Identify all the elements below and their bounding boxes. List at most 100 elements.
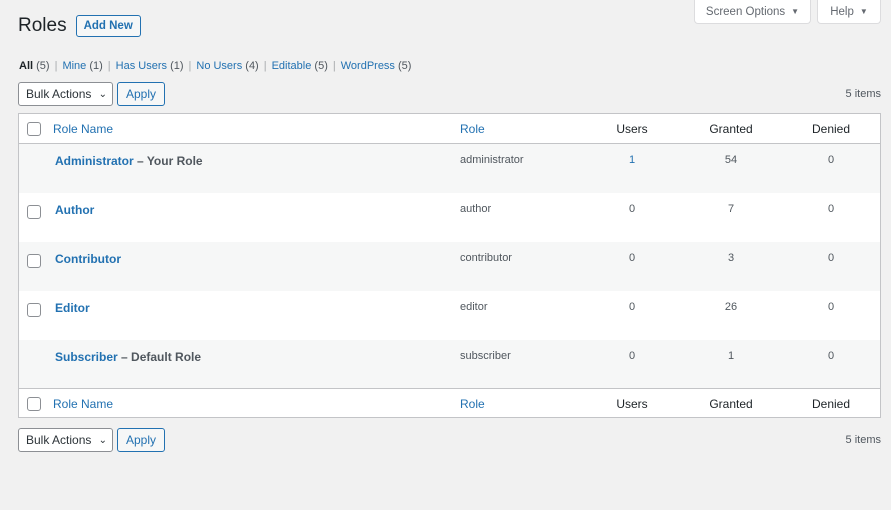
view-separator: | (54, 60, 58, 72)
view-count: (4) (245, 60, 259, 72)
view-item-wordpress[interactable]: WordPress (5) (341, 60, 412, 72)
select-all-cell (27, 389, 43, 418)
role-name-link[interactable]: Editor (55, 301, 90, 315)
screen-meta-links: Screen Options ▼ Help ▼ (694, 0, 881, 24)
role-name-link[interactable]: Contributor (55, 252, 121, 266)
row-checkbox[interactable] (27, 303, 41, 317)
column-denied: Denied (811, 121, 851, 136)
view-count: (5) (36, 60, 50, 72)
screen-options-label: Screen Options (705, 5, 786, 18)
granted-count: 54 (724, 154, 738, 166)
select-all-checkbox[interactable] (27, 121, 41, 136)
role-slug: administrator (460, 154, 524, 166)
granted-count: 3 (727, 252, 735, 264)
column-granted: Granted (709, 121, 753, 136)
table-row: Author author 0 7 0 (19, 193, 880, 242)
role-name-link[interactable]: Subscriber (55, 350, 118, 364)
column-users: Users (616, 396, 648, 411)
view-count: (5) (398, 60, 412, 72)
role-views: All (5) | Mine (1) | Has Users (1) | No … (19, 60, 411, 72)
view-label: Editable (271, 60, 312, 72)
tablenav-bottom: Bulk Actions ⌄ Apply 5 items (18, 428, 881, 452)
table-footer: Role Name Role Users Granted Denied (19, 388, 880, 418)
users-count: 0 (628, 252, 636, 264)
column-denied: Denied (811, 396, 851, 411)
table-row: Contributor contributor 0 3 0 (19, 242, 880, 291)
column-role-name[interactable]: Role Name (53, 397, 113, 411)
column-role[interactable]: Role (460, 122, 485, 136)
role-state: – Default Role (117, 350, 202, 364)
role-slug: editor (460, 301, 488, 313)
users-count-link[interactable]: 1 (629, 154, 635, 166)
view-count: (1) (170, 60, 184, 72)
view-item-all[interactable]: All (5) (19, 60, 50, 72)
role-title: Editor (55, 301, 90, 315)
denied-count: 0 (827, 252, 835, 264)
column-users: Users (616, 121, 648, 136)
page-heading: Roles Add New (18, 15, 141, 37)
items-count: 5 items (845, 434, 881, 446)
role-slug: subscriber (460, 350, 511, 362)
select-all-cell (27, 114, 43, 143)
view-separator: | (332, 60, 336, 72)
bulk-actions-select[interactable]: Bulk Actions ⌄ (18, 428, 113, 452)
view-item-editable[interactable]: Editable (5) (272, 60, 328, 72)
view-label: All (19, 60, 34, 72)
view-separator: | (263, 60, 267, 72)
apply-button[interactable]: Apply (117, 82, 165, 106)
row-checkbox[interactable] (27, 205, 41, 219)
users-count: 0 (628, 301, 636, 313)
view-item-has-users[interactable]: Has Users (1) (116, 60, 184, 72)
tablenav-top: Bulk Actions ⌄ Apply 5 items (18, 82, 881, 106)
chevron-down-icon: ⌄ (98, 434, 107, 446)
view-label: WordPress (340, 60, 395, 72)
role-state: – Your Role (133, 154, 203, 168)
granted-count: 7 (727, 203, 735, 215)
view-separator: | (188, 60, 192, 72)
help-button[interactable]: Help ▼ (817, 0, 881, 24)
table-row: Administrator – Your Role administrator … (19, 144, 880, 193)
column-role[interactable]: Role (460, 397, 485, 411)
caret-down-icon: ▼ (791, 7, 800, 16)
denied-count: 0 (827, 154, 835, 166)
view-label: Has Users (115, 60, 167, 72)
role-title: Author (55, 203, 94, 217)
denied-count: 0 (827, 350, 835, 362)
bulk-actions-value: Bulk Actions (26, 87, 92, 101)
view-item-no-users[interactable]: No Users (4) (196, 60, 258, 72)
denied-count: 0 (827, 203, 835, 215)
column-granted: Granted (709, 396, 753, 411)
users-count: 0 (628, 203, 636, 215)
roles-table: Role Name Role Users Granted Denied Admi… (18, 113, 881, 418)
table-row: Editor editor 0 26 0 (19, 291, 880, 340)
table-row: Subscriber – Default Role subscriber 0 1… (19, 340, 880, 389)
role-title: Administrator – Your Role (55, 154, 203, 168)
denied-count: 0 (827, 301, 835, 313)
apply-button[interactable]: Apply (117, 428, 165, 452)
role-slug: contributor (460, 252, 512, 264)
bulk-actions-select[interactable]: Bulk Actions ⌄ (18, 82, 113, 106)
view-label: Mine (62, 60, 87, 72)
role-name-link[interactable]: Administrator (55, 154, 134, 168)
role-slug: author (460, 203, 492, 215)
screen-options-button[interactable]: Screen Options ▼ (694, 0, 811, 24)
row-checkbox[interactable] (27, 254, 41, 268)
column-role-name[interactable]: Role Name (53, 122, 113, 136)
select-all-checkbox[interactable] (27, 396, 41, 411)
add-new-button[interactable]: Add New (75, 15, 141, 37)
bulk-actions-value: Bulk Actions (26, 433, 92, 447)
view-separator: | (107, 60, 111, 72)
role-title: Contributor (55, 252, 121, 266)
view-label: No Users (196, 60, 243, 72)
role-name-link[interactable]: Author (55, 203, 94, 217)
granted-count: 26 (724, 301, 738, 313)
users-count: 0 (628, 350, 636, 362)
role-title: Subscriber – Default Role (55, 350, 201, 364)
view-item-mine[interactable]: Mine (1) (62, 60, 102, 72)
chevron-down-icon: ⌄ (98, 88, 107, 100)
granted-count: 1 (727, 350, 735, 362)
page-title: Roles (18, 15, 67, 36)
help-label: Help (830, 5, 854, 18)
table-header: Role Name Role Users Granted Denied (19, 114, 880, 144)
view-count: (1) (89, 60, 103, 72)
